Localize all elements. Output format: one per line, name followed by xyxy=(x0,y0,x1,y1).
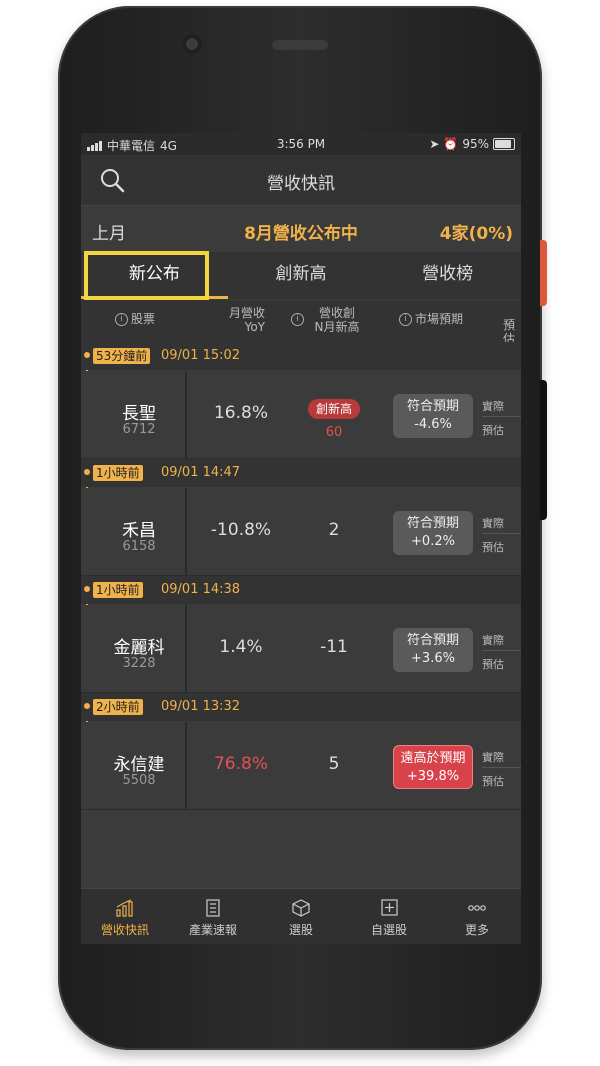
yoy-value: 76.8% xyxy=(213,754,268,774)
month-bar: 上月 8月營收公布中 4家(0%) xyxy=(81,206,521,252)
divider xyxy=(482,650,521,651)
info-icon: i xyxy=(115,313,128,326)
new-high-months: 5 xyxy=(328,754,340,774)
bar-chart-icon xyxy=(116,899,133,917)
table-row[interactable]: 永信建 5508 76.8% 5 遠高於預期 +39.8% 實際 預估 xyxy=(81,722,521,810)
front-camera xyxy=(182,34,202,54)
cube-icon xyxy=(292,899,310,917)
time-ago-badge: 1小時前 xyxy=(93,582,143,598)
bottom-tab-bar: 營收快訊 產業速報 選股 自選股 更多 xyxy=(81,888,521,944)
new-high-months: 60 xyxy=(325,425,343,440)
status-bar: 中華電信 4G 3:56 PM ➤ ⏰ 95% xyxy=(81,133,521,155)
timestamp: 09/01 15:02 xyxy=(161,348,241,363)
stock-name: 永信建 xyxy=(113,755,165,775)
document-icon xyxy=(206,899,220,917)
info-icon: i xyxy=(291,313,304,326)
tab-ranking[interactable]: 營收榜 xyxy=(374,252,521,299)
divider xyxy=(482,767,521,768)
battery-icon xyxy=(493,138,515,150)
info-icon: i xyxy=(399,313,412,326)
app-screen: 中華電信 4G 3:56 PM ➤ ⏰ 95% 營收快訊 上月 8月營收公布中 … xyxy=(81,133,521,944)
tabbar-screener[interactable]: 選股 xyxy=(257,889,345,944)
page-title: 營收快訊 xyxy=(267,174,335,194)
new-high-months: -11 xyxy=(320,637,348,657)
stock-code: 6712 xyxy=(122,422,156,437)
timeline-dot xyxy=(84,586,90,592)
stock-code: 3228 xyxy=(122,656,156,671)
tab-new[interactable]: 新公布 xyxy=(81,252,228,299)
more-dots-icon xyxy=(468,905,486,911)
group-header: 53分鐘前 09/01 15:02 xyxy=(81,342,521,370)
side-button-orange xyxy=(540,240,547,306)
stock-cell[interactable]: 永信建 5508 xyxy=(93,722,187,809)
table-row[interactable]: 禾昌 6158 -10.8% 2 符合預期 +0.2% 實際 預估 xyxy=(81,488,521,576)
company-count: 4家(0%) xyxy=(439,224,513,244)
tabbar-watchlist[interactable]: 自選股 xyxy=(345,889,433,944)
forecast-badge[interactable]: 符合預期 +0.2% xyxy=(393,511,473,555)
estimate-label: 預估 xyxy=(482,424,504,437)
col-yoy[interactable]: 月營收 YoY xyxy=(227,306,265,334)
table-row[interactable]: 金麗科 3228 1.4% -11 符合預期 +3.6% 實際 預估 xyxy=(81,605,521,693)
alarm-icon: ⏰ xyxy=(443,137,459,151)
group-header: 1小時前 09/01 14:38 xyxy=(81,576,521,604)
col-stock[interactable]: i 股票 xyxy=(115,312,155,326)
timestamp: 09/01 13:32 xyxy=(161,699,241,714)
col-nhigh[interactable]: 營收創 N月新高 xyxy=(309,306,365,334)
group-header: 1小時前 09/01 14:47 xyxy=(81,459,521,487)
yoy-value: 1.4% xyxy=(219,637,263,657)
actual-label: 實際 xyxy=(482,517,504,530)
stock-name: 金麗科 xyxy=(113,638,165,658)
divider xyxy=(482,416,521,417)
col-nhigh-info[interactable]: i xyxy=(291,312,307,326)
forecast-badge[interactable]: 遠高於預期 +39.8% xyxy=(393,745,473,789)
table-row[interactable]: 長聖 6712 16.8% 創新高 60 符合預期 -4.6% 實際 預估 xyxy=(81,371,521,459)
tabbar-industry[interactable]: 產業速報 xyxy=(169,889,257,944)
plus-square-icon xyxy=(381,899,398,916)
yoy-value: -10.8% xyxy=(210,520,272,540)
time-ago-badge: 1小時前 xyxy=(93,465,143,481)
nav-bar: 營收快訊 xyxy=(81,155,521,206)
timestamp: 09/01 14:47 xyxy=(161,465,241,480)
actual-label: 實際 xyxy=(482,400,504,413)
group-header: 2小時前 09/01 13:32 xyxy=(81,693,521,721)
time-ago-badge: 53分鐘前 xyxy=(93,348,151,364)
tabbar-revenue-news[interactable]: 營收快訊 xyxy=(81,889,169,944)
timeline-dot xyxy=(84,469,90,475)
estimate-label: 預估 xyxy=(482,775,504,788)
stock-cell[interactable]: 禾昌 6158 xyxy=(93,488,187,575)
stock-name: 禾昌 xyxy=(122,521,156,541)
stock-cell[interactable]: 長聖 6712 xyxy=(93,371,187,458)
new-high-badge: 創新高 xyxy=(308,399,360,419)
estimate-label: 預估 xyxy=(482,541,504,554)
location-icon: ➤ xyxy=(429,137,440,151)
tabbar-more[interactable]: 更多 xyxy=(433,889,521,944)
tab-strip: 新公布 創新高 營收榜 xyxy=(81,252,521,299)
forecast-badge[interactable]: 符合預期 -4.6% xyxy=(393,394,473,438)
timestamp: 09/01 14:38 xyxy=(161,582,241,597)
estimate-label: 預估 xyxy=(482,658,504,671)
col-forecast[interactable]: i 市場預期 xyxy=(399,312,463,326)
forecast-badge[interactable]: 符合預期 +3.6% xyxy=(393,628,473,672)
yoy-value: 16.8% xyxy=(213,403,268,423)
side-button xyxy=(540,380,547,520)
actual-label: 實際 xyxy=(482,634,504,647)
timeline-dot xyxy=(84,352,90,358)
stock-code: 6158 xyxy=(122,539,156,554)
tab-new-high[interactable]: 創新高 xyxy=(228,252,375,299)
column-header: i 股票 月營收 YoY i 營收創 N月新高 i 市場預期 預估 xyxy=(81,300,521,346)
timeline-dot xyxy=(84,703,90,709)
time-ago-badge: 2小時前 xyxy=(93,699,143,715)
actual-label: 實際 xyxy=(482,751,504,764)
divider xyxy=(482,533,521,534)
stock-code: 5508 xyxy=(122,773,156,788)
earpiece-speaker xyxy=(272,40,328,50)
stock-name: 長聖 xyxy=(122,404,156,424)
battery-percent: 95% xyxy=(462,137,489,151)
new-high-months: 2 xyxy=(328,520,340,540)
stock-cell[interactable]: 金麗科 3228 xyxy=(93,605,187,692)
